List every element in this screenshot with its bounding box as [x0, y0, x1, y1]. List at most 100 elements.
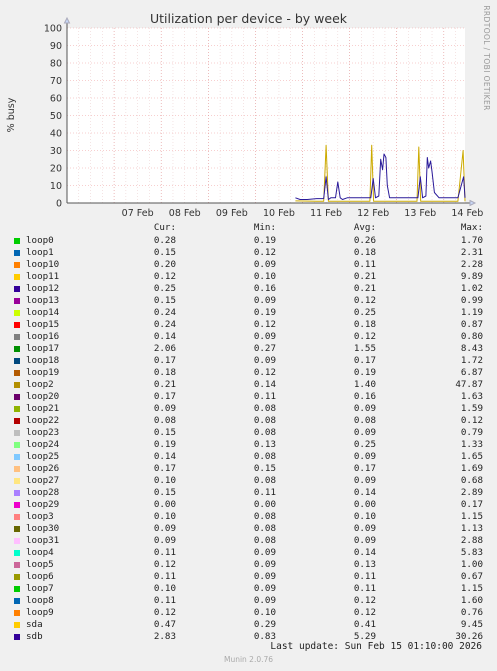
- legend-name: loop4: [26, 547, 54, 558]
- legend-swatch-loop2: [14, 382, 20, 388]
- legend-swatch-loop16: [14, 334, 20, 340]
- legend-row-loop18: loop18 0.17 0.09 0.17 1.72: [0, 355, 497, 367]
- legend-value-min: 0.08: [253, 535, 276, 546]
- legend-value-avg: 0.09: [353, 403, 376, 414]
- legend-value-avg: 0.18: [353, 319, 376, 330]
- legend-row-loop7: loop7 0.10 0.09 0.11 1.15: [0, 583, 497, 595]
- legend-value-avg: 0.10: [353, 511, 376, 522]
- y-tick-label: 80: [50, 59, 62, 70]
- legend-value-min: 0.09: [253, 295, 276, 306]
- legend-swatch-loop6: [14, 574, 20, 580]
- legend-value-cur: 0.21: [153, 379, 176, 390]
- y-tick-label: 50: [50, 111, 62, 122]
- legend-value-cur: 0.17: [153, 463, 176, 474]
- legend-value-min: 0.00: [253, 499, 276, 510]
- x-tick-label: 07 Feb: [122, 208, 154, 219]
- legend-value-min: 0.19: [253, 307, 276, 318]
- legend-value-max: 6.87: [460, 367, 483, 378]
- legend-value-max: 0.12: [460, 415, 483, 426]
- legend-swatch-loop27: [14, 478, 20, 484]
- legend-value-avg: 1.55: [353, 343, 376, 354]
- legend-row-loop31: loop31 0.09 0.08 0.09 2.88: [0, 535, 497, 547]
- legend-value-cur: 0.09: [153, 523, 176, 534]
- legend-row-loop14: loop14 0.24 0.19 0.25 1.19: [0, 307, 497, 319]
- legend-value-cur: 0.10: [153, 583, 176, 594]
- legend-name: loop0: [26, 235, 54, 246]
- legend-swatch-loop13: [14, 298, 20, 304]
- legend-row-loop0: loop0 0.28 0.19 0.26 1.70: [0, 235, 497, 247]
- legend-row-loop2: loop2 0.21 0.14 1.40 47.87: [0, 379, 497, 391]
- x-tick-label: 14 Feb: [451, 208, 483, 219]
- legend-name: loop7: [26, 583, 54, 594]
- legend-value-cur: 0.00: [153, 499, 176, 510]
- legend-name: loop23: [26, 427, 60, 438]
- legend-swatch-loop19: [14, 370, 20, 376]
- legend-swatch-loop29: [14, 502, 20, 508]
- legend-value-avg: 0.09: [353, 451, 376, 462]
- legend-name: loop9: [26, 607, 54, 618]
- last-update: Last update: Sun Feb 15 01:10:00 2026: [270, 641, 482, 652]
- legend-value-min: 0.15: [253, 463, 276, 474]
- legend-value-cur: 0.20: [153, 259, 176, 270]
- legend-value-min: 0.14: [253, 379, 276, 390]
- legend-value-cur: 0.17: [153, 355, 176, 366]
- legend-swatch-loop25: [14, 454, 20, 460]
- legend-value-cur: 0.14: [153, 331, 176, 342]
- legend-value-avg: 0.12: [353, 331, 376, 342]
- y-tick-label: 10: [50, 181, 62, 192]
- legend-swatch-loop11: [14, 274, 20, 280]
- legend-value-cur: 0.24: [153, 307, 176, 318]
- legend-value-cur: 0.10: [153, 475, 176, 486]
- legend-row-loop17: loop17 2.06 0.27 1.55 8.43: [0, 343, 497, 355]
- legend-row-loop12: loop12 0.25 0.16 0.21 1.02: [0, 283, 497, 295]
- legend-value-max: 0.76: [460, 607, 483, 618]
- legend-value-max: 0.80: [460, 331, 483, 342]
- legend-name: loop14: [26, 307, 60, 318]
- legend-value-cur: 0.10: [153, 511, 176, 522]
- legend-header-max: Max:: [460, 222, 483, 233]
- legend-value-max: 1.72: [460, 355, 483, 366]
- legend-swatch-loop15: [14, 322, 20, 328]
- legend-value-cur: 0.28: [153, 235, 176, 246]
- legend-row-loop16: loop16 0.14 0.09 0.12 0.80: [0, 331, 497, 343]
- legend-row-loop20: loop20 0.17 0.11 0.16 1.63: [0, 391, 497, 403]
- legend-swatch-sdb: [14, 634, 20, 640]
- y-tick-label: 60: [50, 94, 62, 105]
- legend-value-max: 1.59: [460, 403, 483, 414]
- legend-name: loop11: [26, 271, 60, 282]
- legend-value-cur: 0.12: [153, 559, 176, 570]
- legend-value-avg: 0.13: [353, 559, 376, 570]
- legend-header-cur: Cur:: [153, 222, 176, 233]
- legend-value-avg: 0.08: [353, 415, 376, 426]
- legend-name: loop30: [26, 523, 60, 534]
- legend-value-cur: 0.14: [153, 451, 176, 462]
- legend-value-min: 0.08: [253, 475, 276, 486]
- legend-value-max: 1.70: [460, 235, 483, 246]
- legend-value-min: 0.13: [253, 439, 276, 450]
- legend-value-max: 2.28: [460, 259, 483, 270]
- y-tick-label: 0: [56, 199, 62, 210]
- legend-value-cur: 0.15: [153, 427, 176, 438]
- legend-value-min: 0.08: [253, 451, 276, 462]
- legend-name: loop15: [26, 319, 60, 330]
- legend-name: loop20: [26, 391, 60, 402]
- y-tick-label: 70: [50, 76, 62, 87]
- legend-row-loop6: loop6 0.11 0.09 0.11 0.67: [0, 571, 497, 583]
- legend-name: loop22: [26, 415, 60, 426]
- legend-value-avg: 0.17: [353, 463, 376, 474]
- legend-value-avg: 0.14: [353, 547, 376, 558]
- legend-row-loop10: loop10 0.20 0.09 0.11 2.28: [0, 259, 497, 271]
- legend-value-min: 0.09: [253, 331, 276, 342]
- legend-swatch-sda: [14, 622, 20, 628]
- legend-value-min: 0.29: [253, 619, 276, 630]
- legend-row-loop9: loop9 0.12 0.10 0.12 0.76: [0, 607, 497, 619]
- legend-value-min: 0.09: [253, 571, 276, 582]
- legend-value-max: 1.13: [460, 523, 483, 534]
- legend-header-min: Min:: [253, 222, 276, 233]
- legend-value-cur: 0.24: [153, 319, 176, 330]
- legend-swatch-loop1: [14, 250, 20, 256]
- legend-name: loop26: [26, 463, 60, 474]
- legend-value-min: 0.19: [253, 235, 276, 246]
- legend-value-min: 0.08: [253, 523, 276, 534]
- legend-value-avg: 0.09: [353, 427, 376, 438]
